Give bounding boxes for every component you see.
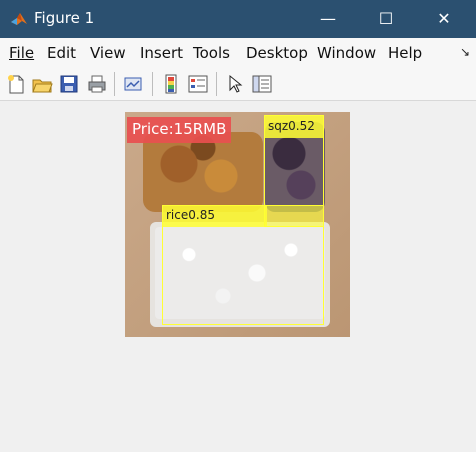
print-icon[interactable] [86,73,108,95]
property-inspector-icon[interactable] [251,73,273,95]
menu-view[interactable]: View [90,44,126,62]
menu-view-label: View [90,44,126,62]
menu-file-label: File [9,44,35,62]
menu-insert-label: Insert [140,44,184,62]
insert-colorbar-icon[interactable] [160,73,182,95]
detection-overlap-fill [265,205,323,227]
figure-toolbar [0,68,476,101]
detection-label-rice: rice0.85 [166,208,215,222]
save-icon[interactable] [58,73,80,95]
insert-legend-icon[interactable] [187,73,209,95]
dock-arrow-icon[interactable]: ↘ [460,45,470,59]
new-figure-icon[interactable] [5,73,27,95]
window-title: Figure 1 [34,9,95,27]
menu-tools-label: Tools [193,44,230,62]
select-arrow-icon[interactable] [224,73,246,95]
price-label: Price:15RMB [132,120,227,138]
menu-help-label: Help [388,44,423,62]
toolbar-separator [152,72,153,96]
detection-label-sqz: sqz0.52 [268,119,315,133]
menu-edit-label: Edit [47,44,77,62]
close-button[interactable]: ✕ [418,0,470,38]
link-plot-icon[interactable] [122,73,144,95]
menu-window-label: Window [317,44,377,62]
menu-desktop-label: Desktop [246,44,308,62]
menu-help[interactable]: Help [388,44,422,62]
menu-insert[interactable]: Insert [140,44,183,62]
minimize-button[interactable]: — [302,0,354,38]
matlab-logo-icon [11,13,27,25]
menu-edit[interactable]: Edit [47,44,76,62]
menu-desktop[interactable]: Desktop [246,44,308,62]
fried-dish-area [143,132,263,212]
menu-window[interactable]: Window [317,44,376,62]
toolbar-separator [114,72,115,96]
title-bar[interactable]: Figure 1 — ☐ ✕ [0,0,476,38]
maximize-button[interactable]: ☐ [360,0,412,38]
toolbar-separator [216,72,217,96]
open-icon[interactable] [31,73,53,95]
menu-tools[interactable]: Tools [193,44,230,62]
menu-file[interactable]: File [9,44,34,62]
menu-bar: File Edit View Insert Tools Desktop Wind… [0,38,476,68]
